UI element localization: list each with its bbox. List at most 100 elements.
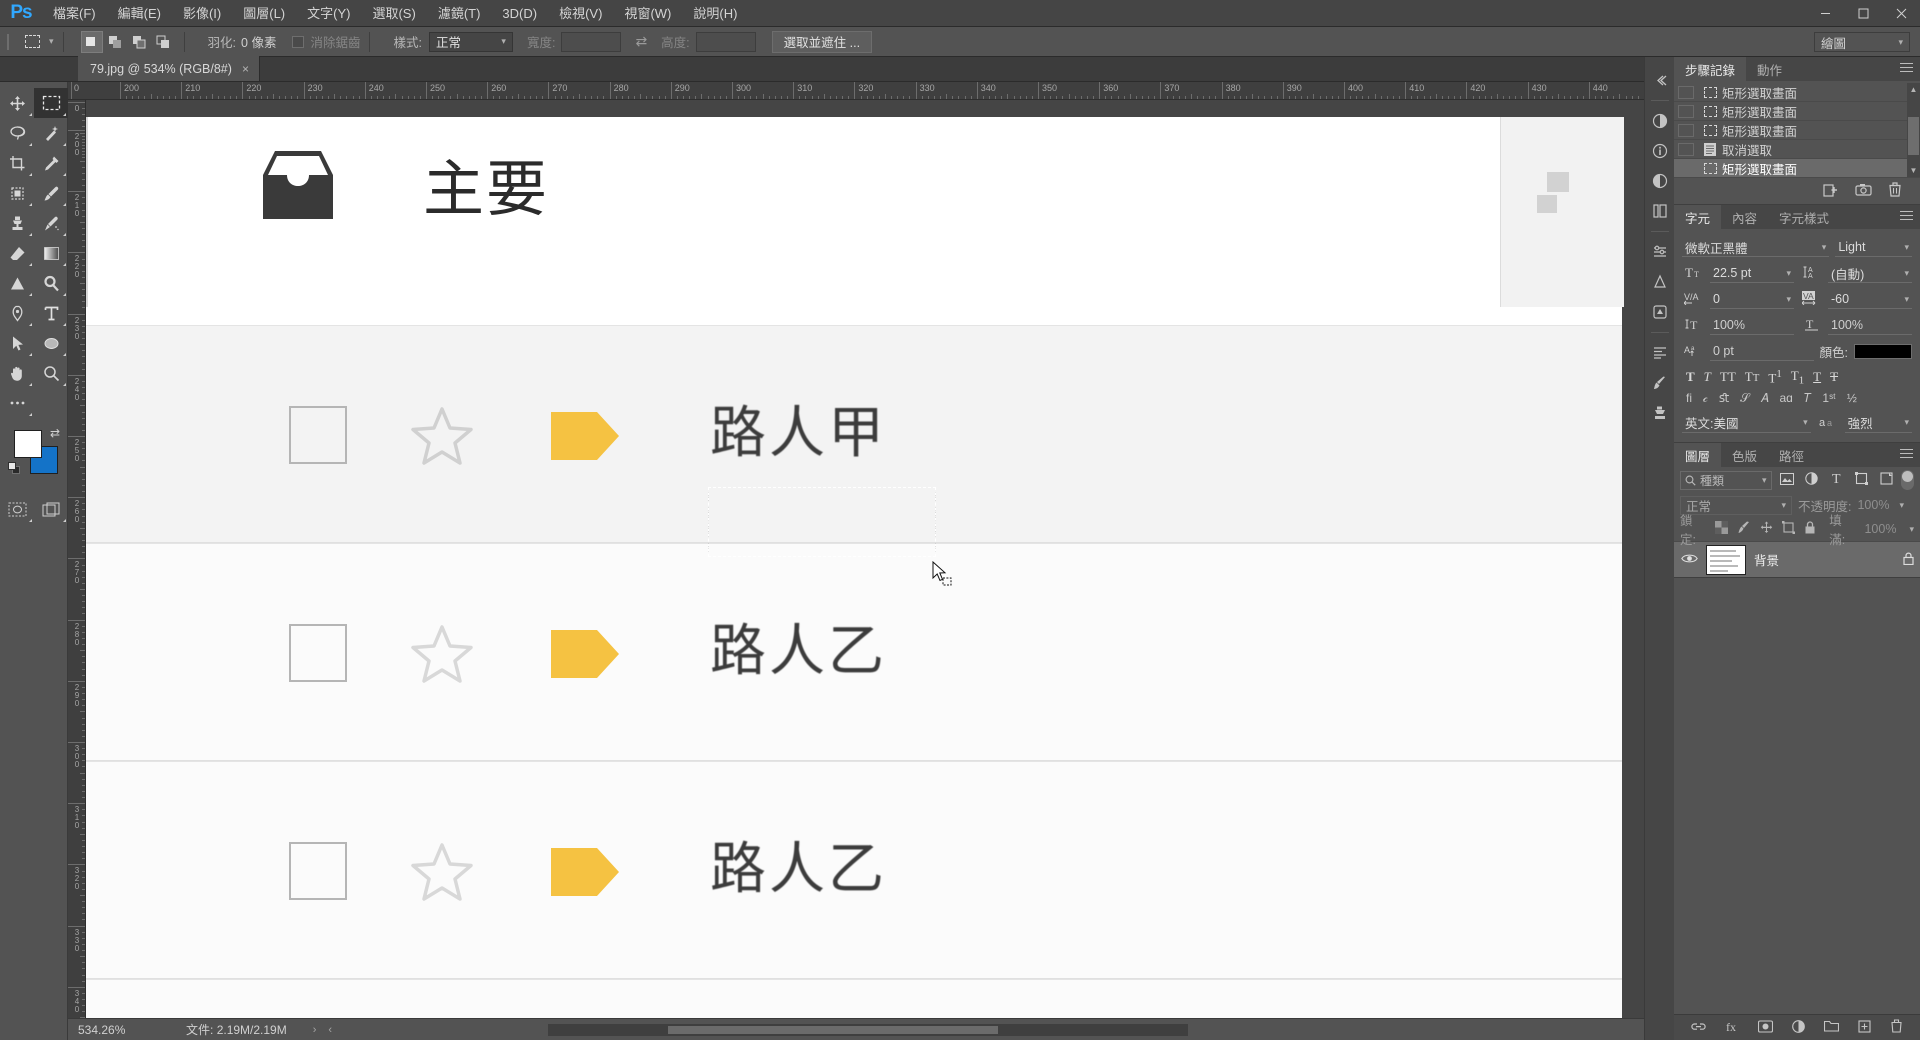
swap-dimensions-icon[interactable]: ⇄ [635, 33, 647, 50]
dodge-tool[interactable] [34, 268, 68, 298]
path-selection-tool[interactable] [0, 328, 34, 358]
history-item[interactable]: 矩形選取畫面 [1674, 102, 1920, 121]
history-item[interactable]: 矩形選取畫面 [1674, 121, 1920, 140]
filter-enable-toggle[interactable] [1901, 470, 1914, 490]
horizontal-scroll-thumb[interactable] [668, 1026, 998, 1034]
tab-history[interactable]: 步驟記錄 [1674, 57, 1747, 81]
stylistic-alternates-button[interactable]: aɑ [1779, 391, 1792, 405]
paragraph-panel-icon[interactable] [1645, 338, 1675, 368]
options-bar-grip[interactable] [4, 31, 13, 53]
adjustments-panel-icon[interactable] [1645, 166, 1675, 196]
horizontal-ruler[interactable]: 0 200 210 220 230 240 250 260 270 280 290 300 310 320… [68, 82, 1674, 100]
menu-select[interactable]: 選取(S) [361, 0, 426, 27]
tag-icon[interactable] [549, 626, 621, 682]
fill-value[interactable]: 100% [1864, 522, 1896, 536]
lasso-tool[interactable] [0, 118, 34, 148]
discretionary-ligatures-button[interactable]: ﬆ [1719, 391, 1729, 405]
menu-view[interactable]: 檢視(V) [548, 0, 613, 27]
link-layers-icon[interactable] [1691, 1020, 1706, 1036]
rectangular-marquee-icon[interactable] [19, 31, 45, 53]
history-scroll-thumb[interactable] [1908, 117, 1919, 155]
history-item[interactable]: 矩形選取畫面 [1674, 83, 1920, 102]
document-viewport[interactable]: 主要 路人甲 路人乙 路人乙 [86, 100, 1674, 1022]
brush-tool[interactable] [34, 178, 68, 208]
scroll-down-icon[interactable]: ▼ [1907, 164, 1920, 177]
adjustment-layer-icon[interactable] [1792, 1019, 1805, 1036]
history-scrollbar[interactable]: ▲ ▼ [1907, 83, 1920, 177]
panel-menu-icon[interactable] [1900, 211, 1913, 223]
quick-mask-icon[interactable] [0, 494, 34, 524]
edit-toolbar-tool[interactable] [0, 388, 34, 418]
table-row[interactable]: 路人乙 [86, 761, 1622, 979]
width-input[interactable] [561, 31, 622, 52]
swash-button[interactable]: 𝒮 [1740, 391, 1749, 406]
titling-alternates-button[interactable]: 𝑇 [1804, 391, 1812, 406]
healing-brush-tool[interactable] [34, 208, 68, 238]
brushes-panel-icon[interactable] [1645, 368, 1675, 398]
document-tab[interactable]: 79.jpg @ 534% (RGB/8#) × [78, 56, 260, 81]
clone-stamp-tool[interactable] [0, 208, 34, 238]
layer-mask-icon[interactable] [1757, 1019, 1774, 1036]
select-and-mask-button[interactable]: 選取並遮住 ... [771, 30, 873, 53]
close-icon[interactable] [1882, 0, 1920, 27]
vertical-scale-input[interactable]: 100% [1710, 316, 1794, 335]
star-icon[interactable] [411, 840, 473, 902]
eyedropper-tool[interactable] [34, 148, 68, 178]
height-input[interactable] [695, 31, 756, 52]
menu-type[interactable]: 文字(Y) [296, 0, 361, 27]
status-collapse-icon[interactable]: ‹ [328, 1024, 332, 1036]
subtract-from-selection-button[interactable] [129, 31, 151, 53]
tag-icon[interactable] [549, 844, 621, 900]
baseline-shift-input[interactable]: 0 pt [1710, 342, 1814, 361]
menu-image[interactable]: 影像(I) [172, 0, 232, 27]
blur-tool[interactable] [0, 268, 34, 298]
panel-menu-icon[interactable] [1900, 63, 1913, 75]
chevron-down-icon[interactable]: ▾ [49, 36, 54, 47]
history-source-checkbox[interactable] [1678, 104, 1694, 118]
clone-source-panel-icon[interactable] [1645, 398, 1675, 428]
standard-ligatures-button[interactable]: fi [1686, 391, 1692, 405]
bold-button[interactable]: T [1686, 369, 1695, 385]
workspace-select[interactable]: 繪圖 ▾ [1814, 32, 1910, 52]
properties-panel-icon[interactable] [1645, 237, 1675, 267]
font-style-select[interactable]: Light ▾ [1835, 238, 1912, 257]
default-colors-icon[interactable] [8, 462, 21, 475]
history-item[interactable]: 取消選取 [1674, 140, 1920, 159]
create-document-from-state-icon[interactable] [1823, 183, 1839, 200]
tab-properties[interactable]: 內容 [1721, 205, 1768, 229]
new-selection-button[interactable] [80, 30, 103, 53]
tab-channels[interactable]: 色版 [1721, 443, 1768, 467]
delete-layer-icon[interactable] [1890, 1019, 1903, 1036]
oldstyle-button[interactable]: 𝐴 [1760, 391, 1768, 406]
ellipse-shape-tool[interactable] [34, 328, 68, 358]
text-color-swatch[interactable] [1854, 344, 1912, 359]
history-source-checkbox[interactable] [1678, 161, 1694, 175]
history-source-checkbox[interactable] [1678, 85, 1694, 99]
new-group-icon[interactable] [1823, 1020, 1840, 1035]
shape-layer-filter-icon[interactable] [1851, 472, 1871, 488]
layer-filter-select[interactable]: 種類 ▾ [1680, 470, 1772, 490]
swap-colors-icon[interactable]: ⇄ [50, 426, 60, 440]
menu-3d[interactable]: 3D(D) [491, 0, 548, 27]
vertical-ruler[interactable]: 0200210220230240250260270280290300310320… [68, 100, 86, 1022]
collapse-panels-icon[interactable] [1645, 65, 1675, 95]
opacity-value[interactable]: 100% [1857, 498, 1889, 512]
type-layer-filter-icon[interactable]: T [1826, 472, 1846, 488]
leading-input[interactable]: (自動) ▾ [1828, 264, 1912, 283]
color-panel-icon[interactable] [1645, 106, 1675, 136]
superscript-button[interactable]: T1 [1768, 368, 1781, 386]
panel-menu-icon[interactable] [1900, 449, 1913, 461]
quick-selection-tool[interactable] [34, 118, 68, 148]
contextual-alternates-button[interactable]: 𝒸 [1703, 391, 1708, 406]
tab-layers[interactable]: 圖層 [1674, 443, 1722, 467]
kerning-input[interactable]: 0 ▾ [1710, 290, 1794, 309]
underline-button[interactable]: T [1813, 369, 1821, 385]
menu-filter[interactable]: 濾鏡(T) [427, 0, 492, 27]
small-caps-button[interactable]: TT [1745, 369, 1760, 385]
marching-ants-selection[interactable] [708, 487, 936, 557]
lock-icon[interactable] [1903, 552, 1914, 568]
delete-icon[interactable] [1888, 182, 1902, 200]
star-icon[interactable] [411, 404, 473, 466]
gradient-tool[interactable] [34, 238, 68, 268]
tab-character[interactable]: 字元 [1674, 205, 1722, 229]
